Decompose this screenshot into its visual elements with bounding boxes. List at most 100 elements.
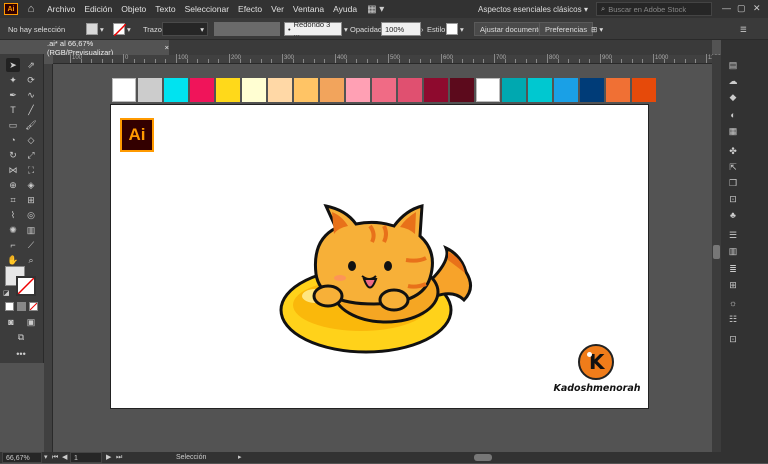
column-graph-icon[interactable]: ▥ (24, 223, 38, 237)
home-icon[interactable]: ⌂ (24, 3, 38, 15)
tab-close-icon[interactable]: × (165, 43, 169, 52)
screen-mode-icon[interactable]: ▣ (24, 315, 38, 329)
live-paint-icon[interactable]: ◈ (24, 178, 38, 192)
document-tab-title: .ai* al 66,67% (RGB/Previsualizar) (47, 38, 114, 57)
brush-dropdown-icon[interactable]: ▾ (344, 22, 348, 36)
libraries-icon[interactable]: ☁ (726, 74, 740, 88)
minimize-icon[interactable]: — (722, 3, 731, 13)
prev-artboard-icon[interactable]: ◀ (62, 452, 67, 463)
horizontal-ruler[interactable]: 100010020030040050060070080090010001100 (53, 54, 750, 64)
color-icon[interactable]: ◐ (726, 108, 740, 122)
opacity-field[interactable]: 100% (381, 22, 421, 36)
draw-mode-icon[interactable]: ◙ (4, 315, 18, 329)
curvature-tool-icon[interactable]: ∿ (24, 88, 38, 102)
lasso-icon[interactable]: ⟳ (24, 73, 38, 87)
variable-width-profile[interactable] (214, 22, 280, 36)
line-tool-icon[interactable]: ╱ (24, 103, 38, 117)
maximize-icon[interactable]: ▢ (737, 3, 746, 14)
free-transform-icon[interactable]: ⛶ (24, 163, 38, 177)
properties-icon[interactable]: ▤ (726, 58, 740, 72)
artboard-tool-icon[interactable]: ⌐ (6, 238, 20, 252)
panel-menu-icon[interactable]: ☰ (740, 22, 747, 36)
style-swatch[interactable]: ▾ (446, 22, 464, 36)
appearance-icon[interactable]: ☼ (726, 296, 740, 310)
swatches-icon[interactable]: ▦ (726, 124, 740, 138)
pen-tool-icon[interactable]: ✒ (6, 88, 20, 102)
next-artboard-icon[interactable]: ▶ (106, 452, 111, 463)
document-setup-button[interactable]: Ajustar documento (474, 22, 549, 36)
zoom-level-field[interactable]: 66,67% (2, 452, 42, 463)
mesh-tool-icon[interactable]: ⊞ (24, 193, 38, 207)
stroke-weight-field[interactable]: ▾ (162, 22, 208, 36)
menu-ayuda[interactable]: Ayuda (333, 4, 357, 14)
fill-swatch[interactable]: ▾ (86, 22, 104, 36)
artboard-number-field[interactable]: 1 (70, 452, 102, 463)
stroke-panel-icon[interactable]: ☷ (726, 312, 740, 326)
last-artboard-icon[interactable]: ⏭ (116, 452, 122, 463)
selection-tool-icon[interactable]: ➤ (6, 58, 20, 72)
zoom-tool-icon[interactable]: ⌕ (24, 253, 38, 267)
export-icon[interactable]: ⇱ (726, 160, 740, 174)
pathfinder-icon[interactable]: ⊞ (726, 278, 740, 292)
blend-tool-icon[interactable]: ◎ (24, 208, 38, 222)
direct-selection-tool-icon[interactable]: ⇗ (24, 58, 38, 72)
menu-efecto[interactable]: Efecto (238, 4, 262, 14)
width-tool-icon[interactable]: ⋈ (6, 163, 20, 177)
rotate-tool-icon[interactable]: ↻ (6, 148, 20, 162)
shaper-tool-icon[interactable]: ◔ (6, 133, 20, 147)
brush-definition[interactable]: • Redondo 3 ... (284, 20, 342, 38)
vertical-scrollbar[interactable] (712, 55, 721, 452)
type-tool-icon[interactable]: T (6, 103, 20, 117)
stock-search-input[interactable]: ⌕ Buscar en Adobe Stock (596, 2, 712, 16)
artboards-icon[interactable]: ❒ (726, 176, 740, 190)
color-mode-icon[interactable] (5, 302, 14, 311)
slice-tool-icon[interactable]: ⟋ (24, 238, 38, 252)
status-menu-icon[interactable]: ▸ (238, 452, 242, 463)
workspace-switcher[interactable]: Aspectos esenciales clásicos ▾ (478, 2, 588, 16)
stroke-swatch[interactable]: ▾ (113, 22, 131, 36)
menu-archivo[interactable]: Archivo (47, 4, 75, 14)
menu-seleccionar[interactable]: Seleccionar (185, 4, 229, 14)
default-colors-icon[interactable]: ◪ (3, 289, 11, 297)
menu-edicion[interactable]: Edición (84, 4, 112, 14)
zoom-dropdown-icon[interactable]: ▾ (44, 452, 48, 463)
magic-wand-icon[interactable]: ✦ (6, 73, 20, 87)
document-tab[interactable]: .ai* al 66,67% (RGB/Previsualizar) × (44, 38, 169, 57)
edit-toolbar-icon[interactable]: ⧉ (14, 330, 28, 344)
symbols-icon[interactable]: ♣ (726, 208, 740, 222)
stroke-color-icon[interactable] (16, 276, 36, 296)
preferences-button[interactable]: Preferencias (539, 22, 594, 36)
arrange-documents-icon[interactable]: ▦ ▾ (367, 4, 384, 15)
scroll-thumb[interactable] (713, 245, 720, 259)
layers-icon[interactable]: ◆ (726, 90, 740, 104)
gradient-mode-icon[interactable] (17, 302, 26, 311)
opacity-dropdown-icon[interactable]: › (421, 22, 424, 36)
first-artboard-icon[interactable]: ⏮ (52, 452, 58, 463)
close-icon[interactable]: ✕ (753, 3, 761, 14)
more-tools-icon[interactable]: ••• (14, 347, 28, 361)
symbol-sprayer-icon[interactable]: ✺ (6, 223, 20, 237)
transparency-icon[interactable]: ☰ (726, 228, 740, 242)
brushes-icon[interactable]: ✤ (726, 144, 740, 158)
eyedropper-icon[interactable]: ⌇ (6, 208, 20, 222)
arrange-icon[interactable]: ⊞ ▾ (591, 22, 603, 36)
hand-tool-icon[interactable]: ✋ (6, 253, 20, 267)
none-mode-icon[interactable] (29, 302, 38, 311)
menu-ventana[interactable]: Ventana (293, 4, 324, 14)
menu-objeto[interactable]: Objeto (121, 4, 146, 14)
opacity-label[interactable]: Opacidad: (350, 22, 384, 36)
align-icon[interactable]: ≣ (726, 262, 740, 276)
rectangle-tool-icon[interactable]: ▭ (6, 118, 20, 132)
links-icon[interactable]: ⊡ (726, 192, 740, 206)
paintbrush-icon[interactable]: 🖌 (24, 118, 38, 132)
character-icon[interactable]: ⊡ (726, 332, 740, 346)
perspective-grid-icon[interactable]: ⌗ (6, 193, 20, 207)
shape-builder-icon[interactable]: ⊕ (6, 178, 20, 192)
scale-tool-icon[interactable]: ⤢ (24, 148, 38, 162)
horizontal-scroll-thumb[interactable] (474, 454, 492, 461)
menu-texto[interactable]: Texto (155, 4, 175, 14)
menu-ver[interactable]: Ver (271, 4, 284, 14)
eraser-icon[interactable]: ◇ (24, 133, 38, 147)
graphic-styles-icon[interactable]: ▥ (726, 244, 740, 258)
vertical-ruler[interactable] (44, 64, 53, 452)
